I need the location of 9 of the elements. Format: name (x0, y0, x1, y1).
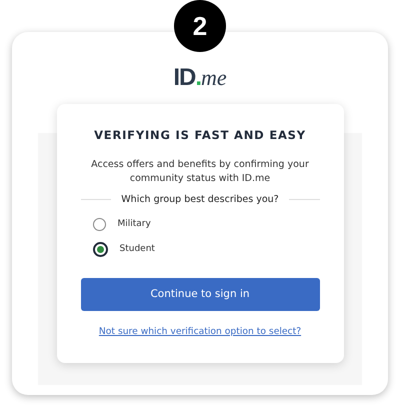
card-description: Access offers and benefits by confirming your community status with ID.me (90, 158, 310, 186)
radio-option[interactable]: Military (80, 214, 163, 234)
help-link[interactable]: Not sure which verification option to select? (98, 326, 302, 337)
card-title: VERIFYING IS FAST AND EASY (94, 128, 306, 142)
question-label: Which group best describes you? (121, 194, 279, 205)
step-badge: 2 (174, 0, 226, 52)
continue-button[interactable]: Continue to sign in (80, 278, 320, 311)
logo: ID.me (173, 64, 227, 92)
radio-option[interactable]: Student (80, 238, 167, 260)
